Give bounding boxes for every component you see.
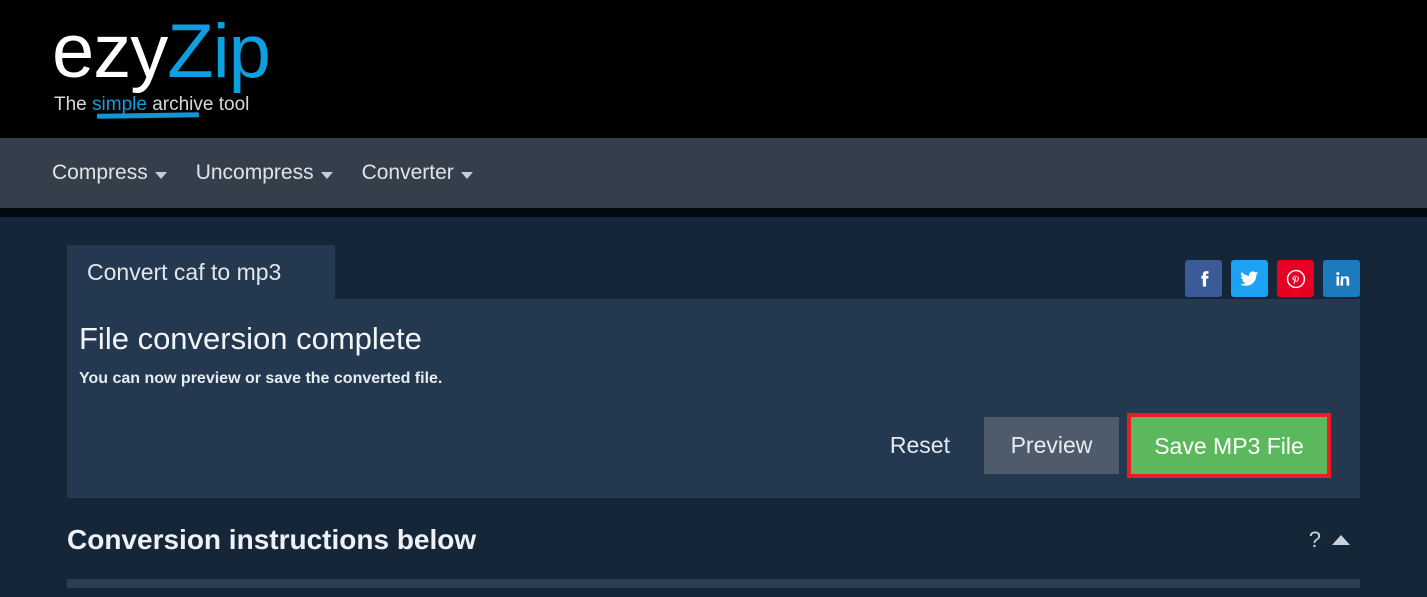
tagline-highlight: simple [92, 94, 147, 115]
help-icon[interactable]: ? [1309, 527, 1321, 553]
instructions-controls: ? [1309, 527, 1360, 553]
page-title: File conversion complete [79, 321, 422, 356]
site-logo[interactable]: ezyZip The simple archive tool [52, 9, 271, 119]
tagline-prefix: The [54, 94, 93, 115]
chevron-up-icon[interactable] [1332, 535, 1350, 545]
site-header: ezyZip The simple archive tool [0, 0, 1427, 138]
logo-text-zip: Zip [167, 9, 271, 94]
reset-button[interactable]: Reset [868, 420, 972, 471]
nav-item-converter-label: Converter [361, 161, 454, 184]
facebook-icon[interactable] [1185, 260, 1222, 297]
nav-bottom-rule [0, 208, 1427, 217]
instructions-section: Conversion instructions below ? [67, 524, 1360, 588]
tab-convert-caf-to-mp3[interactable]: Convert caf to mp3 [67, 245, 335, 299]
preview-button[interactable]: Preview [984, 417, 1119, 474]
save-button-highlight: Save MP3 File [1127, 413, 1331, 478]
nav-item-compress[interactable]: Compress [52, 161, 167, 185]
nav-item-uncompress[interactable]: Uncompress [196, 161, 333, 185]
main-nav: Compress Uncompress Converter [0, 138, 1427, 208]
nav-item-uncompress-label: Uncompress [195, 161, 314, 184]
nav-item-converter[interactable]: Converter [362, 161, 473, 185]
instructions-title: Conversion instructions below [67, 524, 477, 555]
chevron-down-icon [460, 171, 473, 179]
logo-wordmark: ezyZip [52, 9, 271, 94]
logo-text-ezy: ezy [52, 9, 168, 94]
tagline-underline-swoosh [96, 112, 200, 119]
chevron-down-icon [154, 171, 167, 179]
twitter-icon[interactable] [1231, 260, 1268, 297]
social-share-row [1185, 260, 1360, 297]
nav-item-compress-label: Compress [52, 161, 148, 184]
instructions-header-row: Conversion instructions below ? [67, 524, 1360, 556]
page-body: Convert caf to mp3 File conversion compl… [0, 217, 1427, 597]
linkedin-icon[interactable] [1323, 260, 1360, 297]
card-body: File conversion complete You can now pre… [67, 299, 1360, 498]
chevron-down-icon [320, 171, 333, 179]
card-tab-row: Convert caf to mp3 [67, 245, 1360, 299]
instructions-divider [67, 579, 1360, 588]
conversion-card: Convert caf to mp3 File conversion compl… [67, 245, 1360, 498]
pinterest-icon[interactable] [1277, 260, 1314, 297]
logo-tagline: The simple archive tool [52, 94, 270, 119]
content-container: Convert caf to mp3 File conversion compl… [22, 245, 1405, 588]
card-subtext: You can now preview or save the converte… [79, 370, 443, 387]
tab-label: Convert caf to mp3 [87, 258, 282, 285]
save-mp3-file-button[interactable]: Save MP3 File [1131, 417, 1327, 474]
action-row: Reset Preview Save MP3 File [79, 413, 1340, 478]
